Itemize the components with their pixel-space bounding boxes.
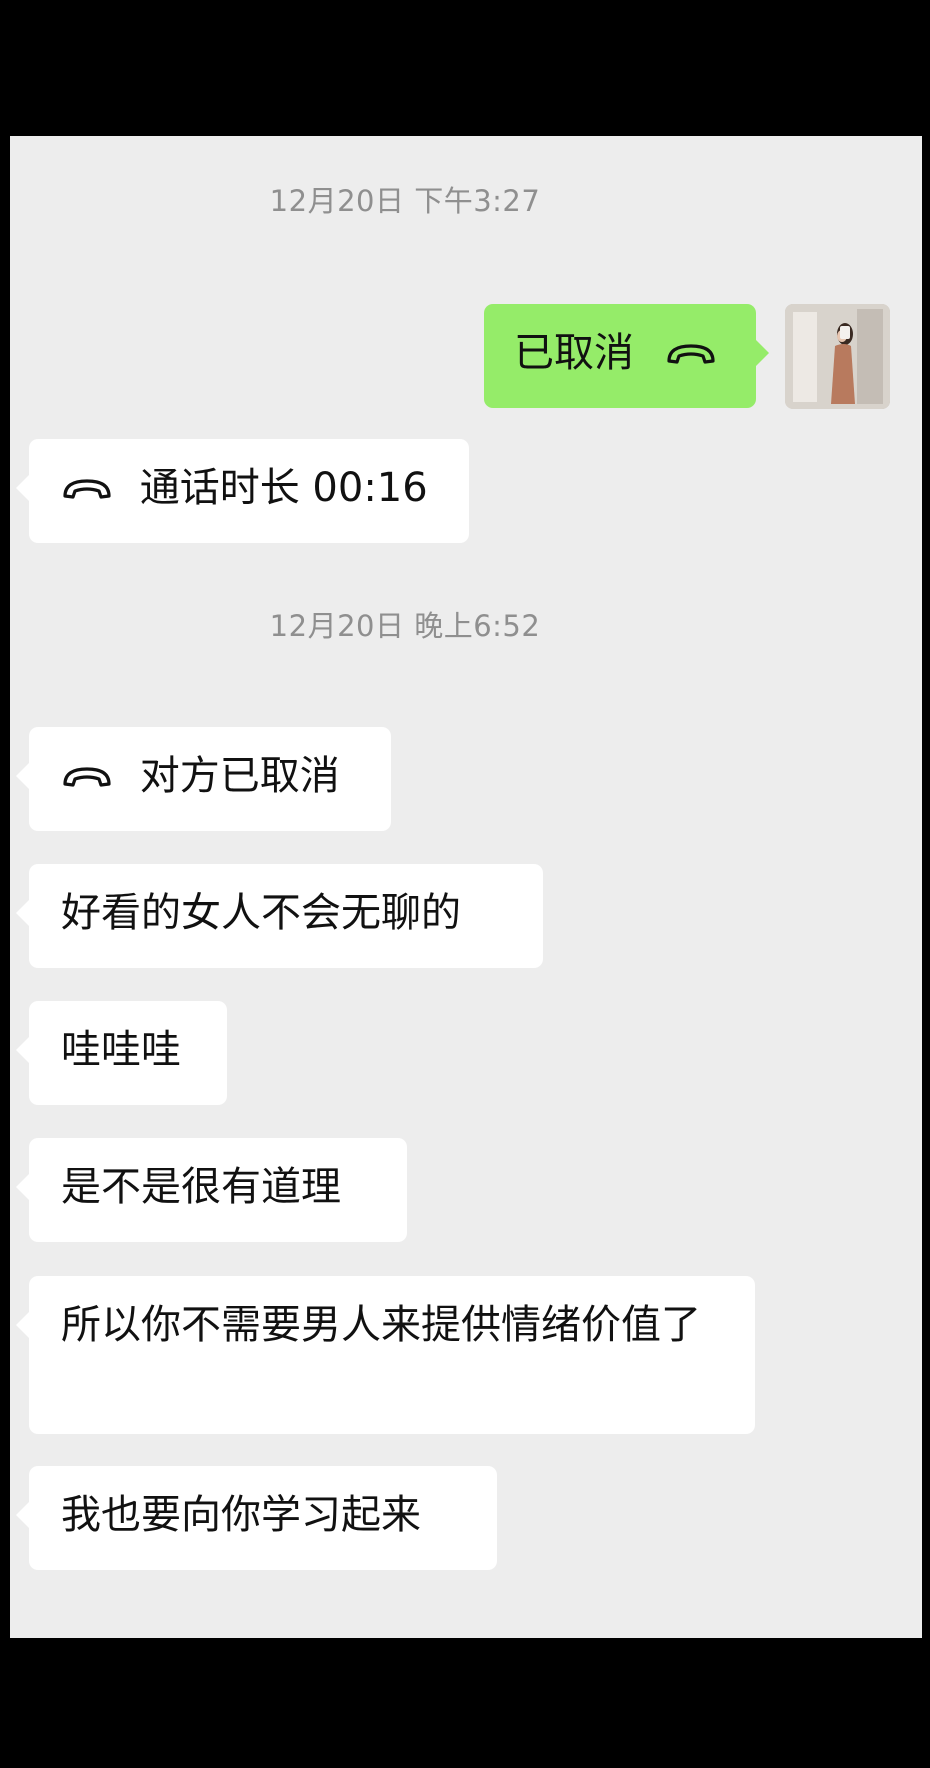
call-status-text: 已取消 <box>514 330 634 376</box>
other-call-bubble[interactable]: 对方已取消 <box>16 727 391 831</box>
message-text: 我也要向你学习起来 <box>61 1492 421 1538</box>
message-bubble[interactable]: 好看的女人不会无聊的 <box>16 864 543 968</box>
self-call-bubble[interactable]: 已取消 <box>484 304 769 408</box>
message-bubble[interactable]: 是不是很有道理 <box>16 1138 407 1242</box>
phone-hangup-icon <box>61 478 113 502</box>
timestamp: 12月20日 下午3:27 <box>269 184 541 218</box>
call-duration-bubble[interactable]: 通话时长 00:16 <box>16 439 469 543</box>
avatar-photo <box>785 304 890 409</box>
message-text: 是不是很有道理 <box>61 1164 341 1210</box>
phone-hangup-icon <box>665 343 717 367</box>
message-bubble[interactable]: 我也要向你学习起来 <box>16 1466 497 1570</box>
message-bubble[interactable]: 哇哇哇 <box>16 1001 227 1105</box>
timestamp: 12月20日 晚上6:52 <box>269 609 541 643</box>
message-text: 好看的女人不会无聊的 <box>61 890 461 936</box>
call-duration-text: 通话时长 00:16 <box>139 465 428 511</box>
message-text: 哇哇哇 <box>61 1027 181 1073</box>
message-bubble[interactable]: 所以你不需要男人来提供情绪价值了 <box>16 1276 755 1434</box>
message-text: 所以你不需要男人来提供情绪价值了 <box>61 1302 701 1348</box>
phone-hangup-icon <box>61 766 113 790</box>
call-status-text: 对方已取消 <box>139 753 340 799</box>
chat-area[interactable]: 12月20日 下午3:27 已取消 通话时长 00:16 12月20日 晚上6:… <box>10 136 922 1638</box>
avatar[interactable] <box>785 304 890 409</box>
